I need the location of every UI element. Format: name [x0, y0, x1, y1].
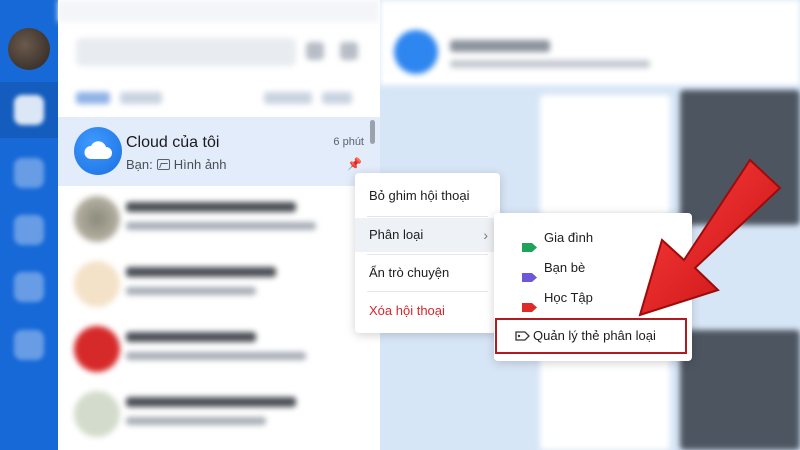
sender-label: Bạn: [126, 157, 153, 172]
tag-icon [522, 264, 537, 282]
menu-item-label: Phân loại [369, 227, 424, 242]
list-item[interactable] [58, 255, 380, 315]
cloud-icon[interactable] [14, 272, 44, 302]
todo-icon[interactable] [14, 215, 44, 245]
filter-tabs[interactable] [76, 92, 366, 108]
left-nav-rail [0, 0, 58, 450]
chat-header [380, 0, 800, 85]
menu-item-unpin[interactable]: Bỏ ghim hội thoại [355, 179, 500, 213]
context-menu: Bỏ ghim hội thoại Phân loại › Ẩn trò chu… [355, 173, 500, 333]
list-item[interactable] [58, 385, 380, 445]
tag-icon [522, 234, 537, 252]
cloud-icon [84, 141, 112, 159]
tag-label: Bạn bè [544, 260, 586, 275]
menu-item-classify[interactable]: Phân loại › [355, 218, 500, 252]
avatar [74, 261, 120, 307]
user-avatar[interactable] [8, 28, 50, 70]
pin-icon: 📌 [347, 157, 362, 171]
tab-priority[interactable] [76, 92, 110, 104]
avatar [74, 326, 120, 372]
list-item[interactable] [58, 190, 380, 250]
scrollbar[interactable] [370, 120, 375, 144]
add-friend-icon[interactable] [306, 42, 324, 60]
preview-text: Hình ảnh [173, 157, 227, 172]
create-group-icon[interactable] [340, 42, 358, 60]
conversation-title: Cloud của tôi [126, 134, 220, 151]
tag-label: Học Tập [544, 290, 593, 305]
cloud-avatar [74, 127, 122, 175]
image-icon [156, 159, 170, 170]
divider [367, 254, 488, 255]
tag-label: Gia đình [544, 230, 594, 245]
avatar [74, 196, 120, 242]
tab-more[interactable] [322, 92, 352, 104]
divider [367, 216, 488, 217]
tag-icon [522, 294, 537, 312]
menu-item-hide-chat[interactable]: Ẩn trò chuyện [355, 256, 500, 290]
avatar [74, 391, 120, 437]
tab-classify[interactable] [264, 92, 312, 104]
annotation-arrow-icon [638, 158, 782, 317]
list-item[interactable] [58, 320, 380, 380]
tab-other[interactable] [120, 92, 162, 104]
search-input[interactable] [76, 38, 296, 66]
contacts-icon[interactable] [14, 158, 44, 188]
window-titlebar [58, 0, 380, 22]
chevron-right-icon: › [483, 227, 488, 243]
toolbox-icon[interactable] [14, 330, 44, 360]
tag-outline-icon [515, 331, 530, 341]
conversation-preview: Bạn: Hình ảnh [126, 157, 227, 172]
menu-item-delete-chat[interactable]: Xóa hội thoại [355, 294, 500, 328]
conversation-item-selected[interactable]: Cloud của tôi Bạn: Hình ảnh 6 phút 📌 [58, 117, 380, 186]
conversation-time: 6 phút [333, 136, 364, 148]
divider [367, 291, 488, 292]
conversation-list: Cloud của tôi Bạn: Hình ảnh 6 phút 📌 [58, 0, 380, 450]
chat-avatar [394, 30, 438, 74]
chat-icon[interactable] [14, 95, 44, 125]
